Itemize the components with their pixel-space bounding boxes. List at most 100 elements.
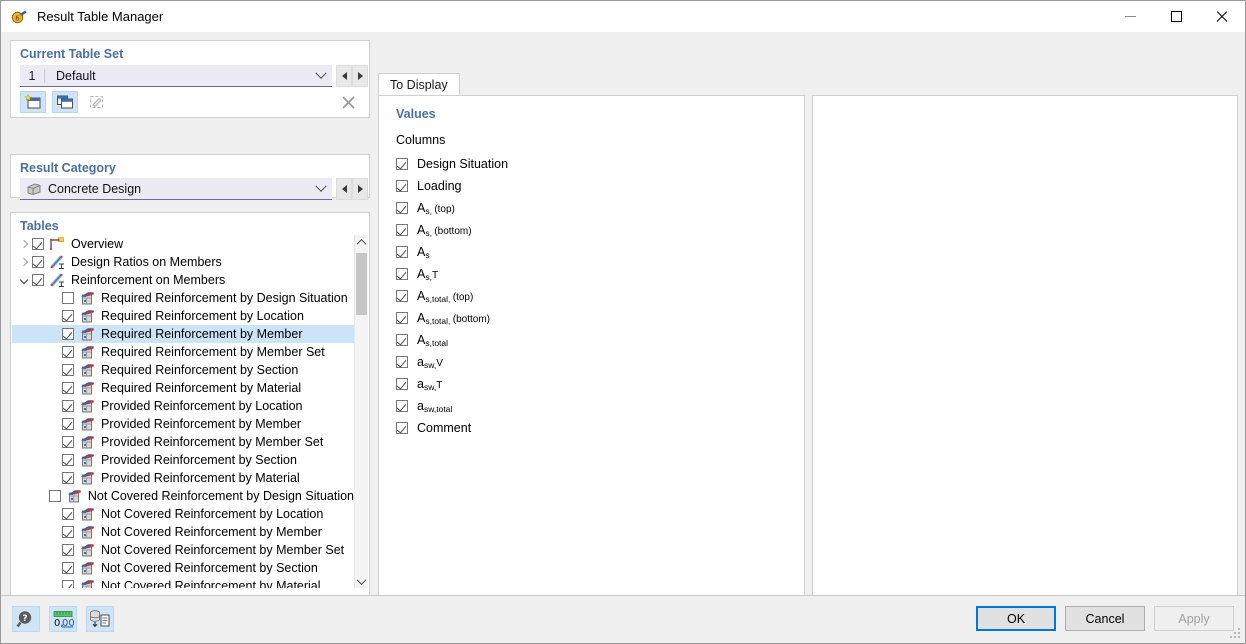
new-window-star-icon: [24, 94, 42, 110]
tree-row[interactable]: Not Covered Reinforcement by Design Situ…: [12, 487, 354, 505]
copy-table-set-button[interactable]: [52, 91, 78, 113]
chevron-down-icon[interactable]: [310, 185, 332, 193]
tree-row[interactable]: Reinforcement on Members: [12, 271, 354, 289]
scroll-down-button[interactable]: [355, 574, 368, 588]
expander-expanded-icon[interactable]: [16, 277, 32, 283]
column-checkbox[interactable]: [396, 334, 408, 346]
result-category-prev-button[interactable]: [336, 178, 352, 200]
tree-row[interactable]: Design Ratios on Members: [12, 253, 354, 271]
expander-collapsed-icon[interactable]: [16, 259, 32, 265]
table-set-prev-button[interactable]: [336, 65, 352, 87]
tree-row[interactable]: Provided Reinforcement by Material: [12, 469, 354, 487]
tree-row[interactable]: Required Reinforcement by Member Set: [12, 343, 354, 361]
tree-row[interactable]: Not Covered Reinforcement by Member Set: [12, 541, 354, 559]
chevron-down-icon[interactable]: [310, 72, 332, 80]
column-row[interactable]: As,total: [396, 329, 796, 351]
tree-row-checkbox[interactable]: [62, 346, 74, 358]
tree-row[interactable]: Provided Reinforcement by Member: [12, 415, 354, 433]
tab-to-display[interactable]: To Display: [378, 73, 460, 95]
column-row[interactable]: As,T: [396, 263, 796, 285]
column-row[interactable]: asw,T: [396, 373, 796, 395]
column-checkbox[interactable]: [396, 224, 408, 236]
column-checkbox[interactable]: [396, 158, 408, 170]
tree-row[interactable]: Required Reinforcement by Location: [12, 307, 354, 325]
close-button[interactable]: [1199, 1, 1245, 32]
column-row[interactable]: asw,V: [396, 351, 796, 373]
column-row[interactable]: asw,total: [396, 395, 796, 417]
tree-row-checkbox[interactable]: [62, 310, 74, 322]
column-checkbox[interactable]: [396, 422, 408, 434]
tree-row[interactable]: Overview: [12, 235, 354, 253]
cancel-button[interactable]: Cancel: [1065, 606, 1145, 631]
tree-row-checkbox[interactable]: [32, 256, 44, 268]
column-checkbox[interactable]: [396, 356, 408, 368]
tree-row-checkbox[interactable]: [62, 544, 74, 556]
tree-row-checkbox[interactable]: [62, 292, 74, 304]
column-row[interactable]: Comment: [396, 417, 796, 439]
tree-row-checkbox[interactable]: [62, 580, 74, 588]
tree-row-checkbox[interactable]: [32, 274, 44, 286]
tree-row-checkbox[interactable]: [62, 364, 74, 376]
tree-row-checkbox[interactable]: [62, 526, 74, 538]
column-checkbox[interactable]: [396, 290, 408, 302]
new-table-set-button[interactable]: [20, 91, 46, 113]
column-row[interactable]: As, (top): [396, 197, 796, 219]
column-row[interactable]: As: [396, 241, 796, 263]
minimize-button[interactable]: [1107, 1, 1153, 32]
tables-title: Tables: [20, 219, 59, 233]
tree-row[interactable]: Provided Reinforcement by Location: [12, 397, 354, 415]
tree-row-checkbox[interactable]: [62, 562, 74, 574]
tree-row[interactable]: Not Covered Reinforcement by Material: [12, 577, 354, 588]
help-button[interactable]: ?: [12, 606, 40, 632]
tree-row[interactable]: Required Reinforcement by Member: [12, 325, 354, 343]
tree-row-checkbox[interactable]: [62, 382, 74, 394]
tree-row-checkbox[interactable]: [62, 418, 74, 430]
tree-row-checkbox[interactable]: [62, 328, 74, 340]
tree-row[interactable]: Not Covered Reinforcement by Member: [12, 523, 354, 541]
resize-grip[interactable]: [1230, 628, 1242, 640]
column-row[interactable]: Loading: [396, 175, 796, 197]
column-row[interactable]: Design Situation: [396, 153, 796, 175]
tree-row-checkbox[interactable]: [49, 490, 61, 502]
tree-row-checkbox[interactable]: [62, 472, 74, 484]
table-icon: [79, 453, 96, 467]
tree-row-label: Not Covered Reinforcement by Member: [101, 525, 322, 539]
column-checkbox[interactable]: [396, 268, 408, 280]
title-bar: 6 Result Table Manager: [1, 1, 1245, 32]
result-category-combo[interactable]: Concrete Design: [20, 178, 332, 200]
tree-row[interactable]: Provided Reinforcement by Member Set: [12, 433, 354, 451]
tree-row[interactable]: Required Reinforcement by Section: [12, 361, 354, 379]
tree-row-checkbox[interactable]: [62, 454, 74, 466]
column-row[interactable]: As, (bottom): [396, 219, 796, 241]
table-set-next-button[interactable]: [352, 65, 368, 87]
tree-row[interactable]: Required Reinforcement by Design Situati…: [12, 289, 354, 307]
expander-collapsed-icon[interactable]: [16, 241, 32, 247]
scrollbar-thumb[interactable]: [356, 253, 367, 315]
column-checkbox[interactable]: [396, 246, 408, 258]
column-checkbox[interactable]: [396, 202, 408, 214]
tree-row[interactable]: Not Covered Reinforcement by Location: [12, 505, 354, 523]
tree-row[interactable]: Required Reinforcement by Material: [12, 379, 354, 397]
column-checkbox[interactable]: [396, 312, 408, 324]
ok-button[interactable]: OK: [976, 606, 1056, 631]
units-button[interactable]: 0, 00: [49, 606, 77, 632]
result-category-next-button[interactable]: [352, 178, 368, 200]
tree-row-checkbox[interactable]: [62, 436, 74, 448]
table-set-combo[interactable]: 1 Default: [20, 65, 332, 87]
column-checkbox[interactable]: [396, 180, 408, 192]
column-row[interactable]: As,total, (top): [396, 285, 796, 307]
export-button[interactable]: [86, 606, 114, 632]
tree-row-checkbox[interactable]: [62, 508, 74, 520]
maximize-button[interactable]: [1153, 1, 1199, 32]
tree-row-checkbox[interactable]: [62, 400, 74, 412]
tables-tree[interactable]: OverviewDesign Ratios on MembersReinforc…: [12, 235, 354, 588]
column-checkbox[interactable]: [396, 400, 408, 412]
column-row[interactable]: As,total, (bottom): [396, 307, 796, 329]
delete-table-set-button[interactable]: [335, 91, 361, 113]
tree-row-checkbox[interactable]: [32, 238, 44, 250]
tables-scrollbar[interactable]: [354, 235, 368, 588]
column-checkbox[interactable]: [396, 378, 408, 390]
tree-row[interactable]: Provided Reinforcement by Section: [12, 451, 354, 469]
tree-row[interactable]: Not Covered Reinforcement by Section: [12, 559, 354, 577]
scroll-up-button[interactable]: [355, 235, 368, 249]
